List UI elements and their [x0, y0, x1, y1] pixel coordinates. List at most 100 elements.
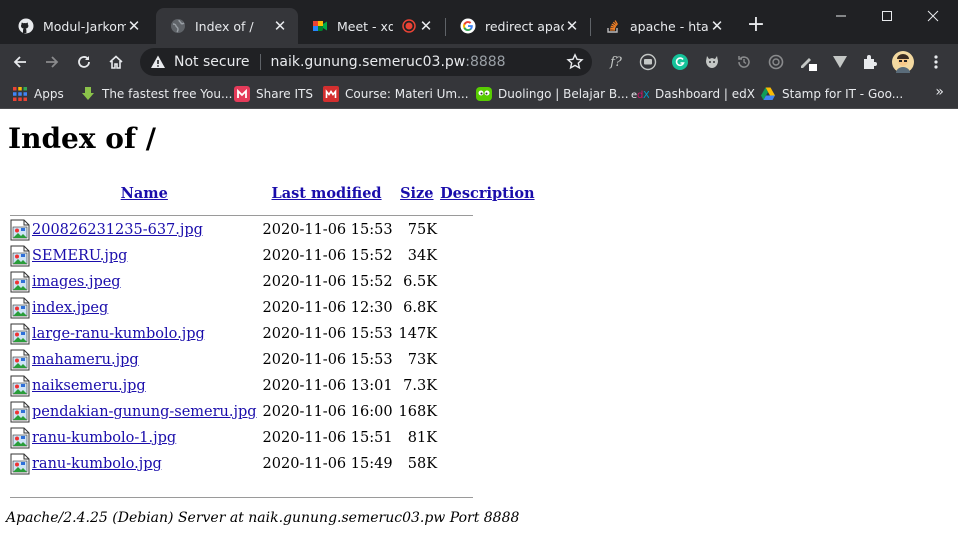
file-size-cell: 168K [398, 404, 438, 420]
omnibox-divider [259, 54, 261, 70]
bookmark-edx[interactable]: edX Dashboard | edX [631, 84, 755, 104]
back-button[interactable] [6, 48, 34, 76]
browser-toolbar: Not secure naik.gunung.semeruc03.pw:8888… [0, 44, 958, 80]
file-name-cell: ranu-kumbolo.jpg [32, 452, 257, 476]
warning-icon[interactable] [150, 54, 166, 70]
description-cell [439, 400, 536, 424]
sort-by-description-link[interactable]: Description [440, 185, 535, 202]
last-modified-cell: 2020-11-06 15:53 [262, 222, 393, 238]
home-button[interactable] [102, 48, 130, 76]
more-bookmarks-button[interactable]: » [935, 84, 944, 100]
close-tab-icon[interactable]: ✕ [564, 17, 580, 35]
file-icon-cell [10, 400, 30, 424]
file-size-cell: 147K [398, 326, 438, 342]
file-link[interactable]: SEMERU.jpg [32, 248, 127, 264]
last-modified-cell: 2020-11-06 15:52 [262, 248, 393, 264]
bookmark-duolingo[interactable]: Duolingo | Belajar B... [476, 84, 629, 104]
description-cell [439, 426, 536, 450]
file-link[interactable]: 200826231235-637.jpg [32, 222, 203, 238]
file-name-cell: images.jpeg [32, 270, 257, 294]
tab-meet[interactable]: Meet - xdt ✕ [298, 8, 444, 44]
maximize-button[interactable] [864, 0, 910, 32]
duolingo-icon [476, 86, 492, 102]
image-file-icon [10, 349, 30, 371]
file-size-cell: 58K [407, 456, 438, 472]
bookmark-fastest-free[interactable]: The fastest free You... [80, 84, 232, 104]
bookmark-apps[interactable]: Apps [12, 84, 64, 104]
last-modified-cell: 2020-11-06 12:30 [262, 300, 393, 316]
file-icon-cell [10, 452, 30, 476]
minimize-button[interactable] [818, 0, 864, 32]
bookmark-stamp-for-it[interactable]: Stamp for IT - Goo... [760, 84, 903, 104]
bookmark-label: The fastest free You... [102, 87, 233, 101]
share-its-icon [234, 86, 250, 102]
file-icon-cell [10, 218, 30, 242]
image-file-icon [10, 271, 30, 293]
tab-index-of[interactable]: Index of / ✕ [156, 8, 298, 44]
file-link[interactable]: ranu-kumbolo.jpg [32, 456, 162, 472]
chat-extension-icon[interactable] [638, 52, 658, 72]
reload-button[interactable] [70, 48, 98, 76]
pen-extension-icon[interactable] [798, 52, 818, 72]
profile-avatar[interactable] [892, 51, 914, 73]
file-icon-cell [10, 348, 30, 372]
tab-title: Index of / [195, 18, 254, 34]
table-row: SEMERU.jpg 2020-11-06 15:52 34K [10, 244, 536, 268]
tab-strip: Modul-Jarkom/ ✕ Index of / ✕ Meet - xdt … [0, 0, 958, 44]
google-drive-icon [760, 86, 776, 102]
bookmark-label: Course: Materi Um... [345, 87, 469, 101]
address-bar[interactable]: Not secure naik.gunung.semeruc03.pw:8888 [140, 48, 592, 76]
last-modified-cell: 2020-11-06 13:01 [262, 378, 393, 394]
last-modified-cell: 2020-11-06 15:52 [262, 274, 393, 290]
last-modified-cell: 2020-11-06 15:53 [262, 352, 393, 368]
tab-redirect-apache[interactable]: redirect apache ✕ [446, 8, 590, 44]
image-file-icon [10, 453, 30, 475]
function-extension-icon[interactable]: f? [606, 52, 626, 72]
new-tab-button[interactable]: + [744, 14, 768, 38]
file-icon-cell [10, 322, 30, 346]
url-port: :8888 [465, 54, 506, 70]
file-name-cell: index.jpeg [32, 296, 257, 320]
grammarly-icon[interactable] [670, 52, 690, 72]
sort-by-size-link[interactable]: Size [400, 185, 433, 202]
bookmark-star-icon[interactable] [566, 53, 584, 75]
file-link[interactable]: large-ranu-kumbolo.jpg [32, 326, 205, 342]
file-icon-cell [10, 244, 30, 268]
sort-by-name-link[interactable]: Name [121, 185, 168, 202]
history-extension-icon[interactable] [734, 52, 754, 72]
tab-apache-htaccess[interactable]: apache - htacc ✕ [591, 8, 735, 44]
github-icon [18, 18, 34, 34]
file-link[interactable]: pendakian-gunung-semeru.jpg [32, 404, 257, 420]
tab-modul-jarkom[interactable]: Modul-Jarkom/ ✕ [4, 8, 152, 44]
close-tab-icon[interactable]: ✕ [418, 17, 434, 35]
close-tab-icon[interactable]: ✕ [272, 17, 288, 35]
table-row: naiksemeru.jpg 2020-11-06 13:01 7.3K [10, 374, 536, 398]
image-file-icon [10, 297, 30, 319]
close-window-button[interactable] [910, 0, 956, 32]
file-link[interactable]: images.jpeg [32, 274, 121, 290]
url-host: naik.gunung.semeruc03.pw [270, 54, 466, 70]
bookmark-course-materi[interactable]: Course: Materi Um... [323, 84, 469, 104]
file-link[interactable]: mahameru.jpg [32, 352, 139, 368]
chrome-menu-icon[interactable] [926, 52, 946, 72]
forward-button[interactable] [38, 48, 66, 76]
circle-extension-icon[interactable] [766, 52, 786, 72]
close-tab-icon[interactable]: ✕ [709, 17, 725, 35]
file-icon-cell [10, 296, 30, 320]
close-tab-icon[interactable]: ✕ [126, 17, 142, 35]
image-file-icon [10, 245, 30, 267]
file-link[interactable]: index.jpeg [32, 300, 108, 316]
vimium-icon[interactable] [830, 52, 850, 72]
bookmark-share-its[interactable]: Share ITS [234, 84, 313, 104]
image-file-icon [10, 401, 30, 423]
tampermonkey-icon[interactable] [702, 52, 722, 72]
google-meet-icon [312, 18, 328, 34]
file-size-cell: 6.5K [403, 274, 438, 290]
file-link[interactable]: ranu-kumbolo-1.jpg [32, 430, 176, 446]
file-link[interactable]: naiksemeru.jpg [32, 378, 146, 394]
tab-title: apache - htacc [630, 18, 709, 34]
name-column-header: Name [32, 182, 257, 204]
sort-by-modified-link[interactable]: Last modified [272, 185, 382, 202]
security-status[interactable]: Not secure [174, 54, 250, 70]
extensions-puzzle-icon[interactable] [860, 52, 880, 72]
